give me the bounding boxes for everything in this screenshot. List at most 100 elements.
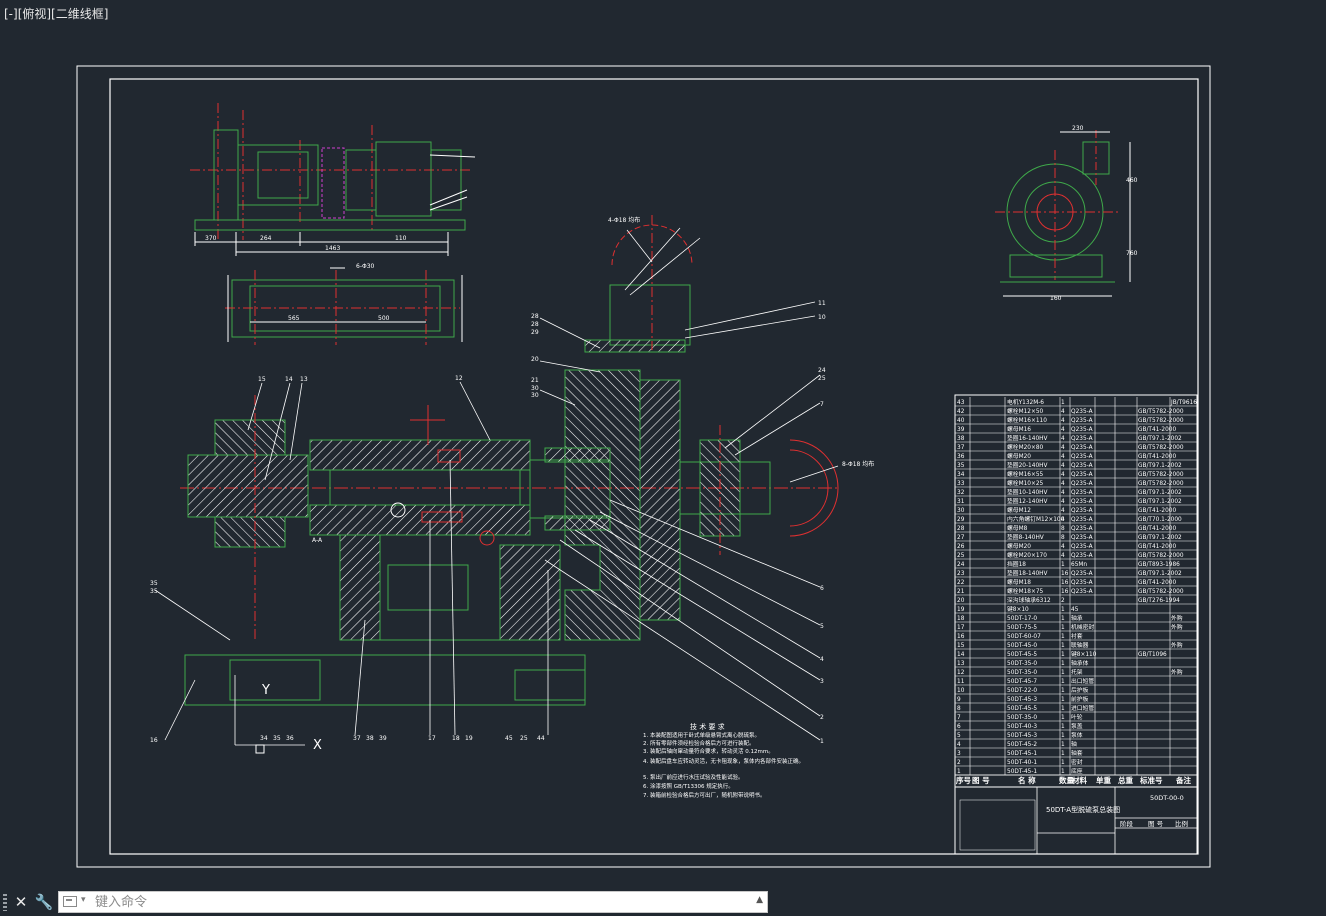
bom-cell: GB/T41-2000	[1138, 427, 1176, 433]
dim-text: 760	[1126, 250, 1138, 257]
bom-cell: 1	[1061, 634, 1065, 640]
bom-cell: 4	[1061, 418, 1065, 424]
wrench-icon[interactable]: 🔧	[34, 891, 54, 913]
bom-cell: 螺栓M20×80	[1007, 443, 1044, 451]
balloon-label: 16	[150, 737, 158, 744]
bom-cell: 螺栓M16×110	[1007, 416, 1047, 424]
balloon-label: 3	[820, 678, 824, 685]
bom-cell: 挡圈18	[1007, 560, 1026, 568]
chevron-down-icon[interactable]: ▾	[81, 895, 86, 905]
dim-text: 160	[1050, 295, 1062, 302]
close-icon[interactable]: ✕	[11, 891, 31, 913]
bom-cell: 键8×110	[1071, 650, 1097, 658]
balloon-label: 2	[820, 714, 824, 721]
bom-cell: Q235-A	[1071, 526, 1093, 532]
bom-cell: GB/T97.1-2002	[1138, 463, 1182, 469]
balloon-label: 45	[505, 735, 513, 742]
command-input-wrap: ▾ ▲	[58, 891, 768, 913]
bom-cell: 外购	[1171, 614, 1183, 622]
bom-cell: 外购	[1171, 641, 1183, 649]
bom-cell: GB/T41-2000	[1138, 508, 1176, 514]
title-block-label: 阶段	[1120, 819, 1134, 828]
dim-text: 460	[1126, 177, 1138, 184]
bom-cell: 螺母M12	[1007, 506, 1031, 514]
bom-cell: 螺栓M16×55	[1007, 470, 1044, 478]
bom-cell: GB/T97.1-2002	[1138, 571, 1182, 577]
bom-cell: 10	[957, 688, 965, 694]
balloon-label: 25	[818, 375, 826, 382]
command-input[interactable]	[95, 893, 735, 911]
balloon-label: 4	[820, 656, 824, 663]
bom-cell: GB/T97.1-2002	[1138, 535, 1182, 541]
balloon-label: 37	[353, 735, 361, 742]
bom-cell: 垫圈12-140HV	[1007, 497, 1047, 505]
dim-text: 110	[395, 235, 407, 242]
bom-cell: Q235-A	[1071, 499, 1093, 505]
tech-line: 7. 装箱前检验合格后方可出厂，随机附带说明书。	[643, 791, 766, 799]
bom-cell: 26	[957, 544, 965, 550]
bom-cell: 17	[957, 625, 965, 631]
bom-cell: 4	[1061, 409, 1065, 415]
balloon-label: 39	[379, 735, 387, 742]
bom-cell: 50DT-22-0	[1007, 688, 1037, 694]
bom-header-cell: 材料	[1072, 775, 1088, 785]
bom-cell: GB/T276-1994	[1138, 598, 1180, 604]
bom-cell: GB/T5782-2000	[1138, 553, 1184, 559]
bom-cell: 4	[1061, 499, 1065, 505]
bom-cell: Q235-A	[1071, 580, 1093, 586]
bom-cell: 50DT-45-5	[1007, 706, 1037, 712]
balloon-label: 6	[820, 585, 824, 592]
bom-cell: 25	[957, 553, 965, 559]
drawing-canvas[interactable]: 370 264 1463 110 6-Φ30 565 500 230 160 4…	[0, 0, 1326, 888]
bom-header-cell: 序号	[956, 775, 971, 785]
tech-line: 5. 泵出厂前应进行水压试验及性能试验。	[643, 773, 744, 781]
balloon-label: 14	[285, 376, 293, 383]
command-history-icon[interactable]	[63, 896, 77, 907]
bom-cell: 4	[1061, 508, 1065, 514]
bom-cell: 37	[957, 445, 965, 451]
section-mark-x: X	[313, 738, 322, 753]
bom-cell: 电机Y132M-6	[1007, 398, 1044, 406]
balloon-label: 20	[531, 356, 539, 363]
bom-cell: 16	[1061, 571, 1069, 577]
bom-cell: 4	[1061, 490, 1065, 496]
bom-cell: 45	[1071, 607, 1079, 613]
bom-cell: GB/T41-2000	[1138, 544, 1176, 550]
balloon-label: 34	[260, 735, 268, 742]
chevron-up-icon[interactable]: ▲	[756, 895, 763, 905]
bom-cell: 联轴器	[1071, 641, 1089, 649]
tech-line: 1. 本装配图适用于卧式单级悬臂式离心脱硫泵。	[643, 731, 760, 739]
bom-cell: 1	[1061, 679, 1065, 685]
bom-cell: Q235-A	[1071, 535, 1093, 541]
bom-header-cell: 单重	[1096, 775, 1112, 785]
bom-cell: 1	[1061, 751, 1065, 757]
bom-cell: 38	[957, 436, 965, 442]
bom-cell: Q235-A	[1071, 553, 1093, 559]
pipe-note-right: 8-Φ18 均布	[842, 460, 874, 468]
dim-text: 500	[378, 315, 390, 322]
bom-cell: 3	[957, 751, 961, 757]
bom-cell: 后护板	[1071, 686, 1089, 694]
drag-handle[interactable]	[3, 894, 7, 911]
bom-cell: GB/T5782-2000	[1138, 481, 1184, 487]
dim-text: 230	[1072, 125, 1084, 132]
bom-cell: 35	[957, 463, 965, 469]
bom-cell: Q235-A	[1071, 454, 1093, 460]
bom-cell: 50DT-45-3	[1007, 697, 1037, 703]
bom-cell: 14	[957, 652, 965, 658]
bom-cell: 1	[1061, 625, 1065, 631]
balloon-label: 5	[820, 623, 824, 630]
bom-cell: 垫圈16-140HV	[1007, 434, 1047, 442]
bom-cell: 4	[1061, 553, 1065, 559]
balloon-label: 11	[818, 300, 826, 307]
balloon-label: 18	[452, 735, 460, 742]
bom-cell: GB/T5782-2000	[1138, 418, 1184, 424]
bom-cell: Q235-A	[1071, 472, 1093, 478]
bom-cell: 16	[1061, 580, 1069, 586]
bom-cell: 1	[1061, 688, 1065, 694]
bom-header-cell: 名 称	[1018, 775, 1036, 785]
bom-cell: 42	[957, 409, 965, 415]
bom-cell: 垫圈18-140HV	[1007, 569, 1047, 577]
bom-cell: Q235-A	[1071, 544, 1093, 550]
bom-cell: 键8×10	[1007, 605, 1029, 613]
